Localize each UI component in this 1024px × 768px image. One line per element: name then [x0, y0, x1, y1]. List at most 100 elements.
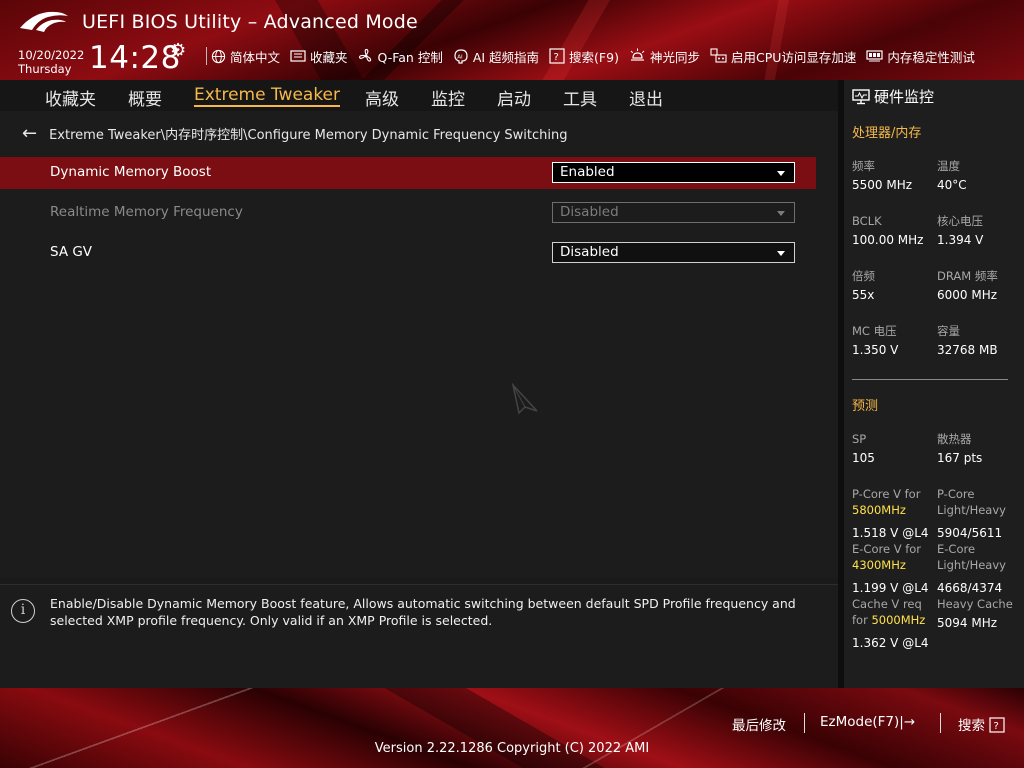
cpu-temperature-value: 40°C — [937, 178, 967, 192]
pcore-v-label-text: P-Core V for — [852, 487, 921, 501]
gear-icon[interactable]: ⚙ — [170, 40, 186, 61]
realtime-memory-frequency-select: Disabled — [552, 202, 795, 223]
tab-tool[interactable]: 工具 — [563, 85, 597, 110]
date-display: 10/20/2022 Thursday — [18, 48, 84, 76]
aura-sync-button[interactable]: 神光同步 — [629, 47, 700, 66]
tab-advanced[interactable]: 高级 — [365, 85, 399, 110]
svg-text:?: ? — [994, 721, 999, 732]
aura-icon — [630, 48, 645, 61]
core-voltage-value: 1.394 V — [937, 233, 984, 247]
setting-row-sa-gv[interactable]: SA GV Disabled — [0, 237, 816, 269]
pcore-light-heavy-label: P-Core Light/Heavy — [937, 486, 1006, 518]
cache-v-freq: 5000MHz — [871, 613, 926, 627]
favorites-button[interactable]: 收藏夹 — [290, 47, 348, 66]
sp-value: 105 — [852, 451, 875, 465]
toolbar: 简体中文 收藏夹 Q-Fan 控制 AI AI 超频指南 ? 搜索(F9) 神光… — [200, 45, 985, 67]
last-modified-button[interactable]: 最后修改 — [732, 714, 786, 734]
tab-monitor[interactable]: 监控 — [431, 85, 465, 110]
ratio-label: 倍频 — [852, 269, 875, 283]
tab-extreme-tweaker[interactable]: Extreme Tweaker — [194, 85, 341, 107]
breadcrumb: ← Extreme Tweaker\内存时序控制\Configure Memor… — [22, 123, 567, 144]
settings-panel: ← Extreme Tweaker\内存时序控制\Configure Memor… — [0, 111, 838, 577]
cpu-frequency-value: 5500 MHz — [852, 178, 913, 192]
ai-oc-guide-button[interactable]: AI AI 超频指南 — [453, 47, 539, 66]
pcore-lh-label-line2: Light/Heavy — [937, 503, 1006, 517]
pcore-v-freq: 5800MHz — [852, 503, 906, 517]
mc-voltage-value: 1.350 V — [852, 343, 899, 357]
cooler-value: 167 pts — [937, 451, 983, 465]
bclk-label: BCLK — [852, 214, 882, 228]
footer-divider — [940, 713, 941, 733]
capacity-value: 32768 MB — [937, 343, 998, 357]
ai-oc-guide-label: AI 超频指南 — [472, 49, 540, 65]
setting-label: Realtime Memory Frequency — [50, 204, 243, 220]
breadcrumb-path: Extreme Tweaker\内存时序控制\Configure Memory … — [49, 128, 568, 143]
heavy-cache-label: Heavy Cache — [937, 597, 1013, 611]
toolbar-divider — [206, 47, 207, 65]
dropdown-caret-icon — [777, 251, 785, 256]
capacity-label: 容量 — [937, 324, 960, 338]
ratio-value: 55x — [852, 288, 875, 302]
dropdown-caret-icon — [777, 211, 785, 216]
sp-label: SP — [852, 432, 867, 446]
ecore-v-freq: 4300MHz — [852, 558, 906, 572]
select-value: Enabled — [560, 164, 615, 180]
dram-frequency-label: DRAM 频率 — [937, 269, 998, 283]
help-text: Enable/Disable Dynamic Memory Boost feat… — [50, 596, 796, 628]
back-arrow-icon[interactable]: ← — [22, 123, 37, 144]
select-value: Disabled — [560, 204, 619, 220]
monitor-icon — [852, 88, 870, 104]
tab-boot[interactable]: 启动 — [497, 85, 531, 110]
svg-text:AI: AI — [457, 55, 463, 61]
language-label: 简体中文 — [230, 49, 281, 65]
footer-bar: 最后修改 EzMode(F7)|→ 搜索 ? Version 2.22.1286… — [0, 688, 1024, 768]
memtest-button[interactable]: 内存稳定性测试 — [866, 47, 975, 66]
cpu-memory-section-title: 处理器/内存 — [852, 126, 922, 141]
footer-divider — [804, 713, 805, 733]
rog-logo-icon — [20, 11, 68, 32]
pcore-v-label: P-Core V for 5800MHz — [852, 486, 920, 518]
pcore-light-heavy-value: 5904/5611 — [937, 526, 1003, 540]
search-footer-button[interactable]: 搜索 ? — [958, 714, 1005, 734]
search-help-icon: ? — [549, 48, 565, 64]
ecore-v-label-text: E-Core V for — [852, 542, 922, 556]
setting-row-realtime-memory-frequency: Realtime Memory Frequency Disabled — [0, 197, 816, 229]
setting-label: Dynamic Memory Boost — [50, 164, 212, 180]
setting-row-dynamic-memory-boost[interactable]: Dynamic Memory Boost Enabled — [0, 157, 816, 189]
aura-sync-label: 神光同步 — [649, 49, 700, 65]
qfan-button[interactable]: Q-Fan 控制 — [358, 47, 443, 66]
tab-main[interactable]: 概要 — [128, 85, 162, 110]
version-text: Version 2.22.1286 Copyright (C) 2022 AMI — [374, 741, 650, 756]
tab-favorites[interactable]: 收藏夹 — [45, 85, 96, 110]
dropdown-caret-icon — [777, 171, 785, 176]
fan-icon — [358, 48, 371, 62]
mc-voltage-label: MC 电压 — [852, 324, 897, 338]
dynamic-memory-boost-select[interactable]: Enabled — [552, 162, 795, 183]
bclk-value: 100.00 MHz — [852, 233, 924, 247]
memory-test-icon — [866, 50, 883, 62]
prediction-section-title: 预测 — [852, 399, 879, 414]
cache-v-label-for: for — [852, 613, 868, 627]
ez-mode-button[interactable]: EzMode(F7)|→ — [820, 714, 915, 730]
cache-v-value: 1.362 V @L4 — [852, 636, 929, 650]
cooler-label: 散热器 — [937, 432, 972, 446]
resizable-bar-icon — [710, 48, 727, 63]
globe-icon — [211, 49, 226, 63]
resizable-bar-button[interactable]: 启用CPU访问显存加速 — [710, 47, 856, 66]
pcore-v-value: 1.518 V @L4 — [852, 526, 929, 540]
hw-divider — [852, 379, 1008, 380]
cache-v-label: Cache V req for 5000MHz — [852, 596, 925, 628]
language-button[interactable]: 简体中文 — [211, 47, 280, 66]
cpu-frequency-label: 频率 — [852, 159, 875, 173]
cache-v-label-line2: for 5000MHz — [852, 612, 925, 628]
sa-gv-select[interactable]: Disabled — [552, 242, 795, 263]
search-footer-label: 搜索 — [958, 718, 985, 734]
clock-display[interactable]: 14:28 — [89, 40, 181, 76]
date-text: 10/20/2022 — [18, 48, 85, 62]
tab-exit[interactable]: 退出 — [629, 85, 663, 110]
heavy-cache-value: 5094 MHz — [937, 616, 998, 630]
search-button[interactable]: ? 搜索(F9) — [549, 47, 619, 66]
svg-text:?: ? — [554, 52, 559, 63]
page-title: UEFI BIOS Utility – Advanced Mode — [82, 11, 418, 33]
favorites-icon — [290, 50, 306, 62]
